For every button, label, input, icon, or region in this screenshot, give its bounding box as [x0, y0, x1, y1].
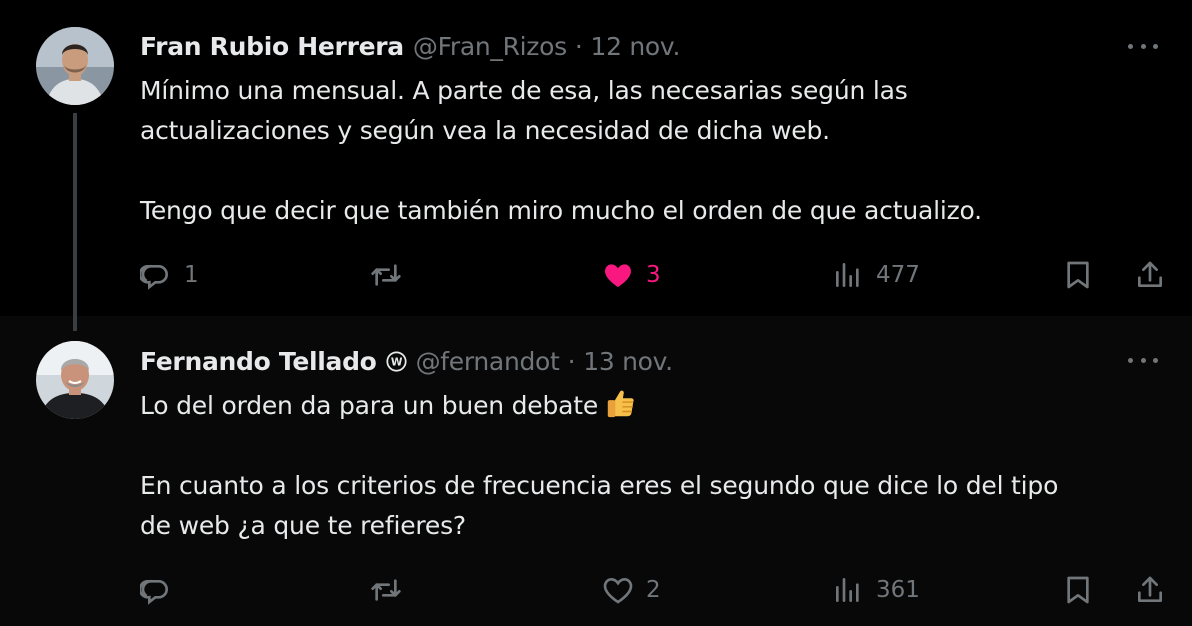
avatar[interactable] — [36, 27, 114, 105]
reply-button[interactable]: 1 — [140, 255, 199, 295]
author-handle[interactable]: @fernandot — [416, 347, 560, 376]
retweet-button[interactable] — [370, 255, 414, 295]
text-line: Lo del orden da para un buen debate — [140, 391, 599, 420]
thumbs-up-icon — [607, 390, 634, 418]
reply-icon — [140, 579, 168, 605]
like-count: 3 — [646, 262, 661, 288]
bookmark-icon — [1067, 576, 1089, 604]
text-line-with-emoji: Lo del orden da para un buen debate — [140, 386, 1162, 426]
tweet-fran[interactable]: Fran Rubio Herrera @Fran_Rizos · 12 nov.… — [0, 0, 1192, 331]
author-name[interactable]: Fernando Tellado — [140, 347, 377, 376]
text-line: Mínimo una mensual. A parte de esa, las … — [140, 76, 908, 105]
share-button[interactable] — [1134, 570, 1166, 610]
like-button[interactable]: 2 — [602, 570, 661, 610]
retweet-icon — [371, 264, 401, 286]
svg-text:W: W — [390, 356, 402, 368]
tweet-text: Lo del orden da para un buen debate En c… — [140, 386, 1162, 546]
separator: · — [574, 31, 583, 61]
views-button[interactable]: 477 — [832, 255, 920, 295]
text-line: En cuanto a los criterios de frecuencia … — [140, 471, 1059, 500]
like-icon — [605, 264, 631, 287]
share-icon — [1138, 576, 1162, 602]
view-count: 477 — [876, 262, 920, 288]
action-bar: 2 361 — [0, 570, 1192, 610]
more-icon[interactable] — [1128, 354, 1158, 366]
views-button[interactable]: 361 — [832, 570, 920, 610]
tweet-header: Fran Rubio Herrera @Fran_Rizos · 12 nov. — [140, 31, 680, 61]
text-line-blank — [140, 426, 1162, 466]
bookmark-button[interactable] — [1062, 255, 1094, 295]
text-line: actualizaciones y según vea la necesidad… — [140, 116, 830, 145]
bookmark-button[interactable] — [1062, 570, 1094, 610]
reply-count: 1 — [184, 262, 199, 288]
like-count: 2 — [646, 577, 661, 603]
author-name[interactable]: Fran Rubio Herrera — [140, 32, 404, 61]
retweet-button[interactable] — [370, 570, 414, 610]
separator: · — [567, 346, 576, 376]
like-icon — [603, 577, 633, 604]
thread-line — [73, 113, 77, 331]
reply-icon — [140, 264, 168, 290]
tweet-date[interactable]: 13 nov. — [583, 347, 673, 376]
text-line-blank — [140, 151, 1162, 191]
text-line: Tengo que decir que también miro mucho e… — [140, 196, 982, 225]
action-bar: 1 3 477 — [0, 255, 1192, 295]
reply-button[interactable] — [140, 570, 184, 610]
view-count: 361 — [876, 577, 920, 603]
tweet-date[interactable]: 12 nov. — [591, 32, 681, 61]
views-icon — [836, 263, 859, 287]
wordpress-badge-icon: W — [386, 350, 407, 372]
more-icon[interactable] — [1128, 40, 1158, 52]
share-button[interactable] — [1134, 255, 1166, 295]
tweet-header: Fernando Tellado W @fernandot · 13 nov. — [140, 346, 673, 376]
author-handle[interactable]: @Fran_Rizos — [413, 32, 567, 61]
bookmark-icon — [1067, 261, 1089, 289]
views-icon — [836, 578, 859, 602]
avatar[interactable] — [36, 341, 114, 419]
tweet-text: Mínimo una mensual. A parte de esa, las … — [140, 71, 1162, 231]
retweet-icon — [371, 579, 401, 601]
text-line: de web ¿a que te refieres? — [140, 511, 466, 540]
like-button[interactable]: 3 — [602, 255, 661, 295]
tweet-fernando[interactable]: Fernando Tellado W @fernandot · 13 nov. … — [0, 316, 1192, 626]
share-icon — [1138, 261, 1162, 287]
